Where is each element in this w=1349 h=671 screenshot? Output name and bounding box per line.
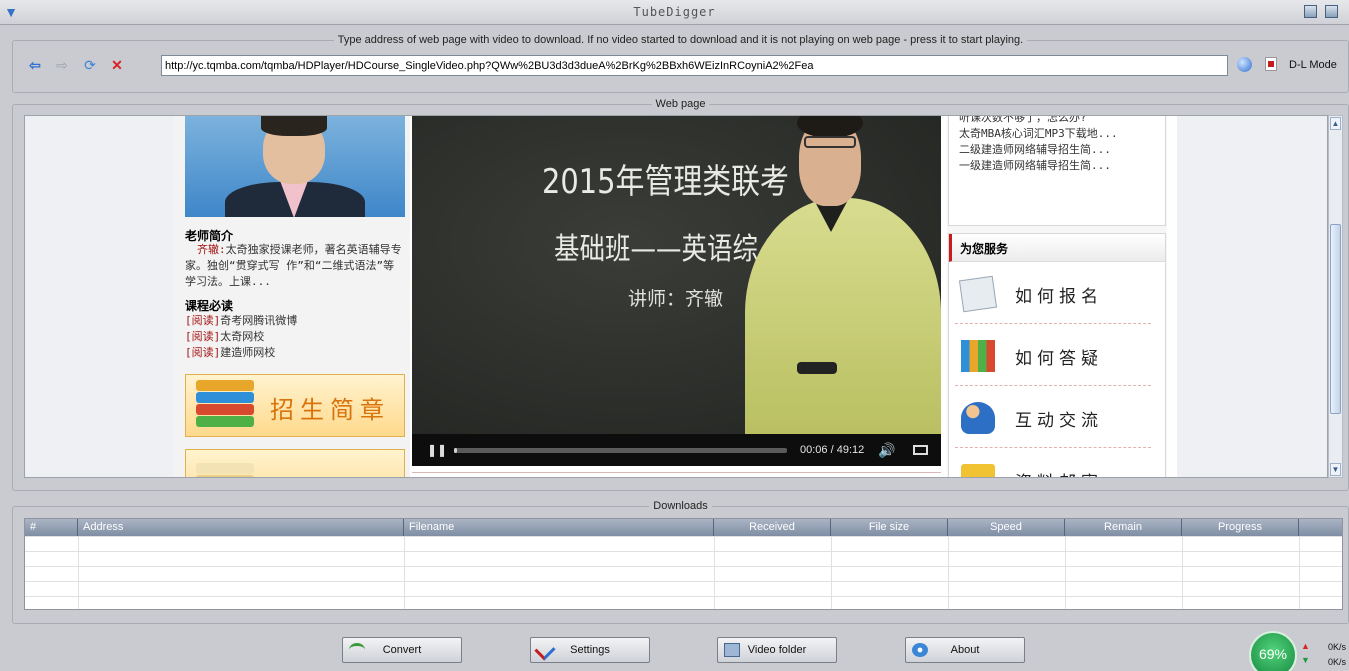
service-item-register[interactable]: 如何报名 [955,262,1151,324]
video-progress-bar[interactable] [454,448,787,453]
news-item[interactable]: 二级建造师网络辅导招生简... [959,142,1118,158]
users-icon [961,402,995,434]
promotion-banner-label: 优惠活动 [270,470,390,477]
column-header[interactable]: Progress [1182,519,1299,536]
video-caption-line2: 基础班——英语综 [554,232,758,267]
downloads-header: # Address Filename Received File size Sp… [25,519,1342,536]
course-link[interactable]: [阅读]太奇网校 [185,329,297,345]
service-item-interact[interactable]: 互动交流 [955,386,1151,448]
download-arrow-icon: ▼ [1301,655,1310,665]
teacher-photo [185,116,405,217]
column-header[interactable]: File size [831,519,948,536]
upload-arrow-icon: ▲ [1301,641,1310,651]
about-button[interactable]: About [905,637,1025,663]
video-controls: ❚❚ 00:06 / 49:12 🔊 [412,434,941,466]
teacher-bio: 齐辙:太奇独家授课老师，著名英语辅导专家。独创“贯穿式写 作”和“二维式语法”等… [185,242,403,290]
video-player[interactable]: 2015年管理类联考 基础班——英语综 讲师：齐辙 ❚❚ 00:06 / 49:… [412,116,941,466]
title-bar: ▼ TubeDigger [0,0,1349,25]
column-header[interactable]: Filename [404,519,714,536]
scroll-down-icon[interactable]: ▼ [1330,463,1341,476]
admission-banner[interactable]: 招生简章 [185,374,405,437]
settings-button[interactable]: Settings [530,637,650,663]
course-links: [阅读]奇考网腾讯微博 [阅读]太奇网校 [阅读]建造师网校 [185,313,297,361]
address-hint: Type address of web page with video to d… [337,34,1024,46]
promotion-banner[interactable]: 优惠活动 [185,449,405,477]
column-header[interactable]: Remain [1065,519,1182,536]
column-header-filler [1299,519,1342,536]
column-header[interactable]: Address [78,519,404,536]
maximize-window-button[interactable] [1325,5,1338,18]
webpage-legend: Web page [655,98,706,110]
service-title: 为您服务 [960,242,1009,256]
downloads-table[interactable]: # Address Filename Received File size Sp… [24,518,1343,610]
news-item[interactable]: 太奇MBA核心词汇MP3下载地... [959,126,1118,142]
upload-speed: 0K/s [1327,642,1346,652]
teacher-name[interactable]: 齐辙: [197,243,226,256]
pause-icon[interactable]: ❚❚ [427,443,447,457]
dl-mode-icon[interactable] [1265,57,1277,71]
refresh-icon[interactable]: ⟳ [81,56,99,74]
books-icon [196,380,256,432]
service-panel: 为您服务 如何报名 如何答疑 互动交流 资料邮寄 [948,233,1166,477]
dl-mode-label[interactable]: D-L Mode [1289,59,1337,71]
go-icon[interactable] [1237,57,1252,72]
video-progress-fill [454,448,458,453]
books-icon [961,340,995,372]
service-item-qa[interactable]: 如何答疑 [955,324,1151,386]
scroll-thumb[interactable] [1330,224,1341,414]
video-caption-line3: 讲师：齐辙 [628,288,724,310]
window-title: TubeDigger [633,5,716,19]
forward-arrow-icon[interactable]: ⇨ [53,56,71,74]
course-title: 课程必读 [185,299,234,313]
webpage-scrollbar[interactable]: ▲ ▼ [1328,115,1343,478]
right-column: 听课次数不够了，怎么办? 太奇MBA核心词汇MP3下载地... 二级建造师网络辅… [947,116,1167,477]
column-header[interactable]: # [25,519,78,536]
embedded-webpage[interactable]: 老师简介 齐辙:太奇独家授课老师，著名英语辅导专家。独创“贯穿式写 作”和“二维… [24,115,1328,478]
back-arrow-icon[interactable]: ⇦ [26,56,44,74]
volume-icon[interactable]: 🔊 [878,442,895,459]
video-frame: 2015年管理类联考 基础班——英语综 讲师：齐辙 [412,116,941,438]
folder-icon [961,464,995,477]
column-header[interactable]: Speed [948,519,1065,536]
news-list: 听课次数不够了，怎么办? 太奇MBA核心词汇MP3下载地... 二级建造师网络辅… [948,116,1166,226]
presenter-figure [745,116,941,438]
download-speed: 0K/s [1327,657,1346,667]
speed-gauge[interactable]: 69% [1249,631,1297,671]
teacher-column: 老师简介 齐辙:太奇独家授课老师，著名英语辅导专家。独创“贯穿式写 作”和“二维… [174,116,410,477]
gauge-value: 69% [1258,646,1288,662]
course-link[interactable]: [阅读]建造师网校 [185,345,297,361]
page-content: 老师简介 齐辙:太奇独家授课老师，著名英语辅导专家。独创“贯穿式写 作”和“二维… [174,116,1177,477]
current-time: 00:06 [800,444,828,456]
video-time: 00:06 / 49:12 [800,444,865,456]
downloads-rows [25,536,1342,609]
duration: 49:12 [836,444,865,456]
restore-window-button[interactable] [1304,5,1317,18]
news-item[interactable]: 听课次数不够了，怎么办? [959,116,1118,126]
service-item-mail[interactable]: 资料邮寄 [955,448,1151,477]
service-header: 为您服务 [949,234,1165,262]
video-footer [412,472,941,477]
gift-icon [196,455,256,477]
convert-button[interactable]: Convert [342,637,462,663]
admission-banner-label: 招生简章 [270,396,390,424]
url-input[interactable] [161,55,1228,76]
column-header[interactable]: Received [714,519,831,536]
news-item[interactable]: 一级建造师网络辅导招生简... [959,158,1118,174]
notepad-icon [958,275,998,313]
scroll-up-icon[interactable]: ▲ [1330,117,1341,130]
fullscreen-icon[interactable] [913,445,928,455]
stop-icon[interactable]: ✕ [108,56,126,74]
downloads-legend: Downloads [653,500,708,512]
video-folder-button[interactable]: Video folder [717,637,837,663]
course-link[interactable]: [阅读]奇考网腾讯微博 [185,313,297,329]
